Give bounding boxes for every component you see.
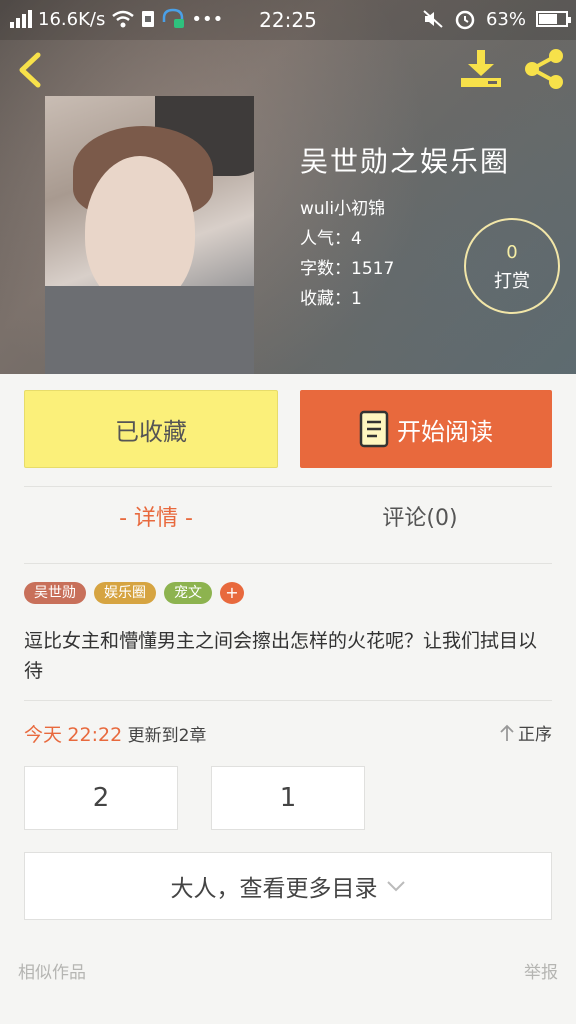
book-author[interactable]: wuli小初锦 [300, 194, 510, 224]
divider [24, 486, 552, 487]
similar-works-link[interactable]: 相似作品 [18, 958, 86, 983]
chevron-down-icon [386, 881, 405, 892]
download-icon[interactable] [458, 48, 504, 90]
alarm-icon [455, 10, 475, 30]
tag-item[interactable]: 吴世勋 [24, 582, 86, 604]
sort-toggle[interactable]: 正序 [500, 720, 552, 745]
reward-count: 0 [506, 242, 518, 263]
book-description: 逗比女主和懵懂男主之间会擦出怎样的火花呢？让我们拭目以待 [24, 630, 538, 682]
divider [24, 563, 552, 564]
book-title: 吴世勋之娱乐圈 [300, 145, 511, 178]
tab-comments[interactable]: 评论(0) [288, 500, 552, 532]
status-right: 63% [422, 8, 571, 30]
add-tag-button[interactable]: + [220, 582, 244, 604]
report-link[interactable]: 举报 [524, 958, 558, 983]
start-reading-button[interactable]: 开始阅读 [300, 390, 552, 468]
tag-list: 吴世勋 娱乐圈 宠文 + [24, 582, 244, 604]
battery-icon [536, 11, 571, 27]
reward-label: 打赏 [494, 271, 530, 292]
more-directory-label: 大人，查看更多目录 [170, 876, 378, 902]
tab-detail[interactable]: - 详情 - [24, 500, 288, 532]
chapter-item[interactable]: 2 [24, 766, 178, 830]
more-directory-button[interactable]: 大人，查看更多目录 [24, 852, 552, 920]
update-text: 更新到2章 [127, 726, 207, 746]
book-header: 16.6K/s ••• 22:25 63% 吴世勋之娱乐圈 wuli小初锦 人气… [0, 0, 576, 374]
status-bar: 16.6K/s ••• 22:25 63% [0, 0, 576, 40]
arrow-up-icon [500, 724, 514, 741]
mute-icon [423, 10, 443, 28]
share-icon[interactable] [522, 48, 566, 90]
back-icon[interactable] [14, 52, 46, 88]
sort-label: 正序 [518, 725, 552, 745]
reward-button[interactable]: 0 打赏 [464, 218, 560, 314]
tag-item[interactable]: 宠文 [164, 582, 212, 604]
divider [24, 700, 552, 701]
update-time: 22:22 [67, 724, 123, 746]
tag-item[interactable]: 娱乐圈 [94, 582, 156, 604]
update-day: 今天 [24, 724, 63, 746]
collected-label: 已收藏 [115, 417, 187, 446]
book-cover [45, 96, 254, 374]
chapter-item[interactable]: 1 [211, 766, 365, 830]
start-reading-label: 开始阅读 [397, 417, 493, 446]
update-info: 今天 22:22 更新到2章 [24, 720, 206, 747]
battery-text: 63% [485, 8, 526, 30]
book-icon [359, 410, 389, 448]
collected-button[interactable]: 已收藏 [24, 390, 278, 468]
